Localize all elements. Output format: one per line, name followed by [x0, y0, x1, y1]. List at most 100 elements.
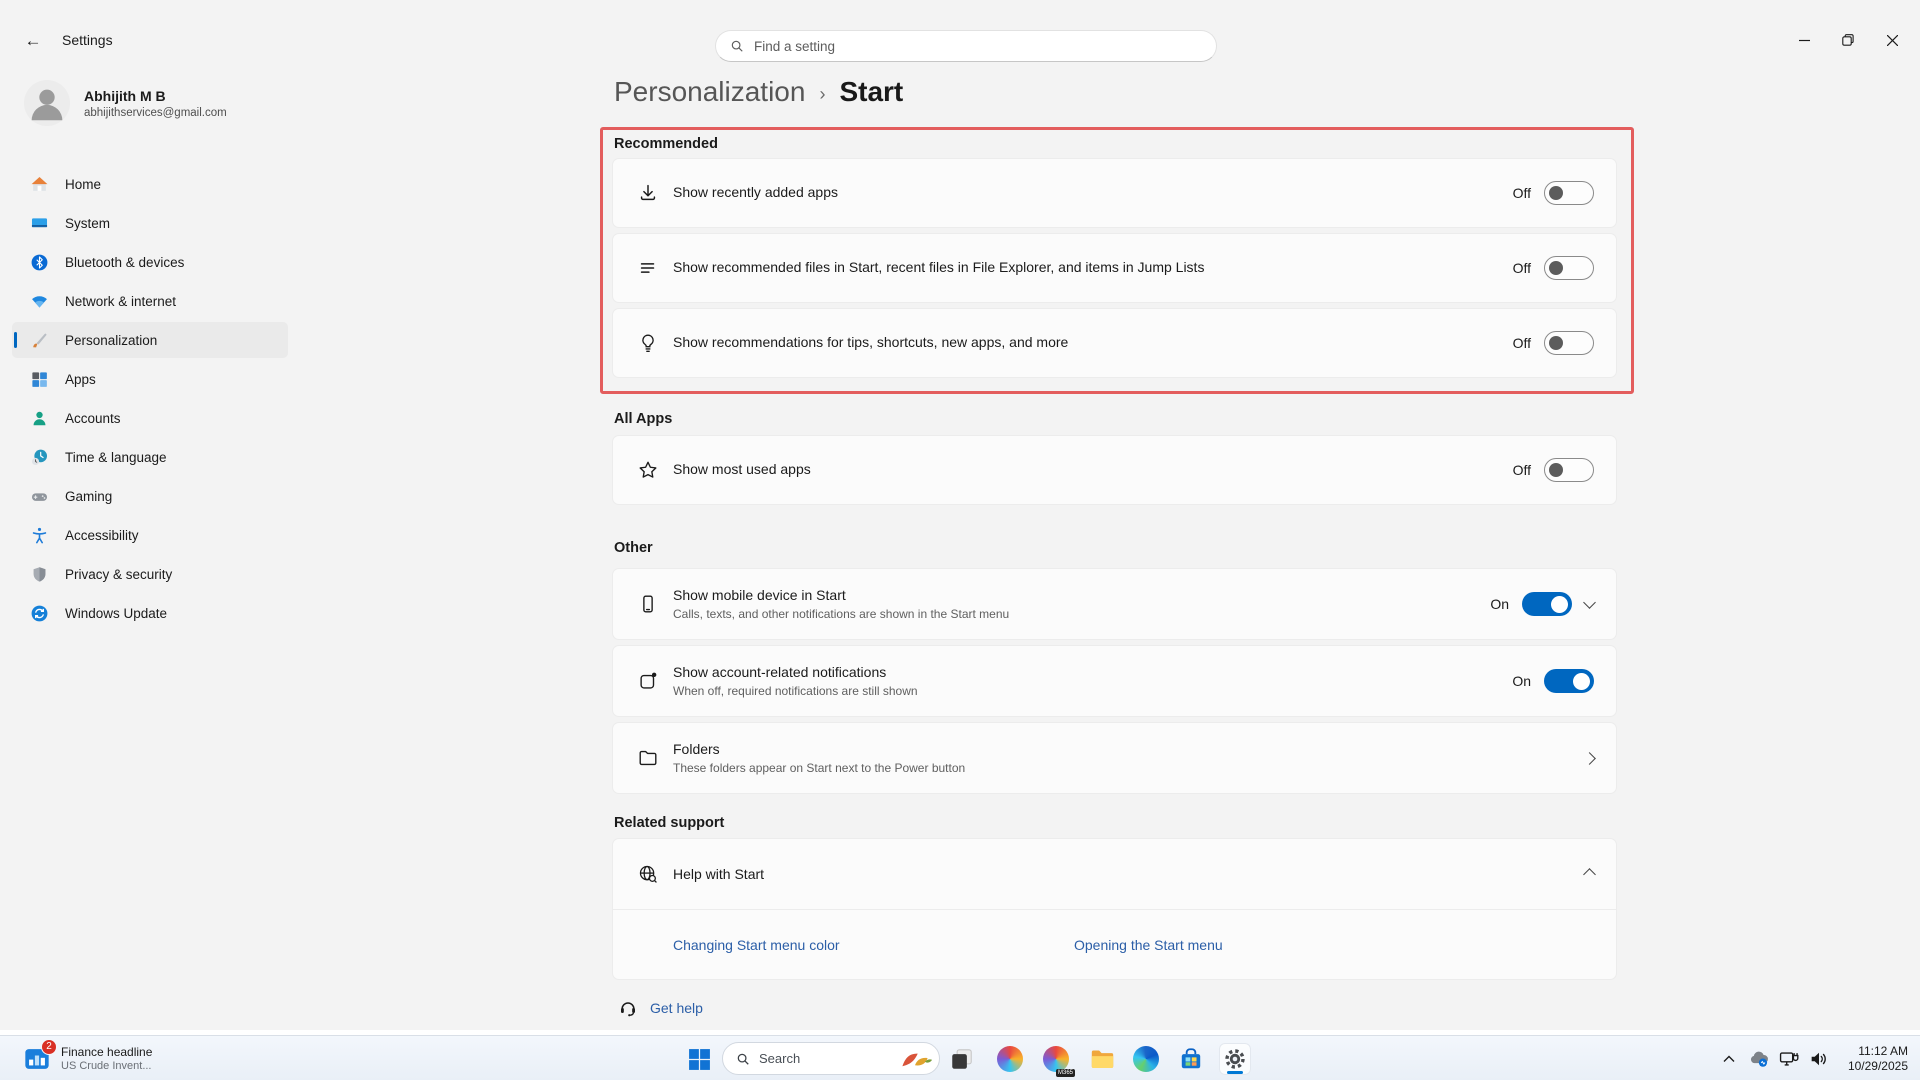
widgets-button[interactable]: 2 Finance headline US Crude Invent...: [14, 1040, 160, 1077]
taskbar-search[interactable]: Search: [722, 1042, 940, 1075]
sidebar-item-label: Privacy & security: [65, 567, 172, 582]
copilot-icon[interactable]: [994, 1043, 1026, 1075]
sidebar-item-windows-update[interactable]: Windows Update: [12, 595, 288, 631]
search-input[interactable]: Find a setting: [715, 30, 1217, 62]
help-with-start-row[interactable]: Help with Start: [613, 839, 1616, 910]
sidebar-item-label: Personalization: [65, 333, 157, 348]
system-tray: 11:12 AM 10/29/2025: [1714, 1036, 1920, 1081]
headset-icon: [618, 998, 638, 1018]
window-controls: [1782, 22, 1914, 58]
setting-row-most-used: Show most used apps Off: [612, 435, 1617, 505]
sidebar-item-time-language[interactable]: Time & language: [12, 439, 288, 475]
setting-row-recommended-files: Show recommended files in Start, recent …: [612, 233, 1617, 303]
sidebar-item-accessibility[interactable]: Accessibility: [12, 517, 288, 553]
apps-icon: [30, 370, 49, 389]
toggle-recommendations-tips[interactable]: [1544, 331, 1594, 355]
link-opening-start-menu[interactable]: Opening the Start menu: [1074, 937, 1223, 953]
sidebar-item-label: Apps: [65, 372, 96, 387]
back-button[interactable]: ←: [16, 28, 50, 54]
user-email: abhijithservices@gmail.com: [84, 107, 227, 119]
sidebar-item-privacy[interactable]: Privacy & security: [12, 556, 288, 592]
chevron-down-icon[interactable]: [1583, 596, 1596, 609]
star-icon: [637, 459, 659, 481]
sidebar-item-label: Home: [65, 177, 101, 192]
tray-chevron-up-icon[interactable]: [1714, 1044, 1744, 1074]
breadcrumb: Personalization › Start: [614, 76, 903, 108]
file-explorer-icon[interactable]: [1086, 1043, 1118, 1075]
sidebar-item-label: Network & internet: [65, 294, 176, 309]
microsoft-store-icon[interactable]: [1175, 1043, 1207, 1075]
sidebar-item-accounts[interactable]: Accounts: [12, 400, 288, 436]
minimize-button[interactable]: [1782, 22, 1826, 58]
avatar: [24, 80, 70, 126]
setting-title: Show recently added apps: [673, 184, 838, 200]
settings-taskbar-icon[interactable]: [1219, 1043, 1251, 1075]
bluetooth-icon: [30, 253, 49, 272]
system-icon: [30, 214, 49, 233]
widget-title: Finance headline: [61, 1045, 152, 1059]
start-button[interactable]: [683, 1043, 715, 1075]
chevron-up-icon[interactable]: [1583, 868, 1596, 881]
sidebar-item-system[interactable]: System: [12, 205, 288, 241]
download-icon: [637, 182, 659, 204]
setting-subtitle: Calls, texts, and other notifications ar…: [673, 607, 1009, 621]
notification-icon: [637, 670, 659, 692]
clock-tray[interactable]: 11:12 AM 10/29/2025: [1834, 1044, 1920, 1074]
sidebar-item-label: Time & language: [65, 450, 167, 465]
accessibility-icon: [30, 526, 49, 545]
close-button[interactable]: [1870, 22, 1914, 58]
sidebar-item-label: Accessibility: [65, 528, 139, 543]
sidebar-item-gaming[interactable]: Gaming: [12, 478, 288, 514]
sidebar-item-personalization[interactable]: Personalization: [12, 322, 288, 358]
toggle-mobile-device[interactable]: [1522, 592, 1572, 616]
search-placeholder: Find a setting: [754, 39, 835, 54]
setting-subtitle: These folders appear on Start next to th…: [673, 761, 965, 775]
mobile-device-icon: [637, 593, 659, 615]
sidebar-item-bluetooth[interactable]: Bluetooth & devices: [12, 244, 288, 280]
edge-icon[interactable]: [1130, 1043, 1162, 1075]
toggle-account-notifications[interactable]: [1544, 669, 1594, 693]
sidebar-item-label: Windows Update: [65, 606, 167, 621]
breadcrumb-personalization[interactable]: Personalization: [614, 76, 805, 108]
m365-copilot-icon[interactable]: M365: [1040, 1043, 1072, 1075]
task-view-button[interactable]: [946, 1043, 978, 1075]
setting-subtitle: When off, required notifications are sti…: [673, 684, 918, 698]
setting-title: Show mobile device in Start: [673, 587, 1009, 603]
chevron-right-icon[interactable]: [1583, 752, 1596, 765]
onedrive-tray-icon[interactable]: [1744, 1044, 1774, 1074]
setting-row-account-notifications: Show account-related notifications When …: [612, 645, 1617, 717]
toggle-recently-added[interactable]: [1544, 181, 1594, 205]
get-help-row: Get help: [618, 998, 703, 1018]
setting-title: Show recommendations for tips, shortcuts…: [673, 334, 1068, 350]
get-help-link[interactable]: Get help: [650, 1000, 703, 1016]
toggle-most-used[interactable]: [1544, 458, 1594, 482]
widgets-icon: 2: [22, 1045, 52, 1073]
setting-row-recommendations-tips: Show recommendations for tips, shortcuts…: [612, 308, 1617, 378]
globe-search-icon: [637, 863, 659, 885]
toggle-recommended-files[interactable]: [1544, 256, 1594, 280]
time-language-icon: [30, 448, 49, 467]
sidebar-item-home[interactable]: Home: [12, 166, 288, 202]
tray-time: 11:12 AM: [1834, 1044, 1908, 1059]
toggle-state-label: Off: [1513, 185, 1531, 201]
sidebar-item-label: Gaming: [65, 489, 112, 504]
setting-row-folders[interactable]: Folders These folders appear on Start ne…: [612, 722, 1617, 794]
search-icon: [730, 39, 744, 53]
link-changing-start-menu-color[interactable]: Changing Start menu color: [673, 937, 1074, 953]
widget-subtitle: US Crude Invent...: [61, 1060, 152, 1072]
breadcrumb-separator: ›: [819, 80, 825, 105]
restore-button[interactable]: [1826, 22, 1870, 58]
user-name: Abhijith M B: [84, 88, 227, 104]
setting-title: Show most used apps: [673, 461, 811, 477]
volume-tray-icon[interactable]: [1804, 1044, 1834, 1074]
sidebar-item-apps[interactable]: Apps: [12, 361, 288, 397]
toggle-state-label: Off: [1513, 335, 1531, 351]
toggle-state-label: Off: [1513, 260, 1531, 276]
network-tray-icon[interactable]: [1774, 1044, 1804, 1074]
setting-title: Folders: [673, 741, 965, 757]
m365-badge: M365: [1056, 1069, 1075, 1077]
sidebar-item-network[interactable]: Network & internet: [12, 283, 288, 319]
lightbulb-icon: [637, 332, 659, 354]
home-icon: [30, 175, 49, 194]
sidebar-item-label: Accounts: [65, 411, 121, 426]
